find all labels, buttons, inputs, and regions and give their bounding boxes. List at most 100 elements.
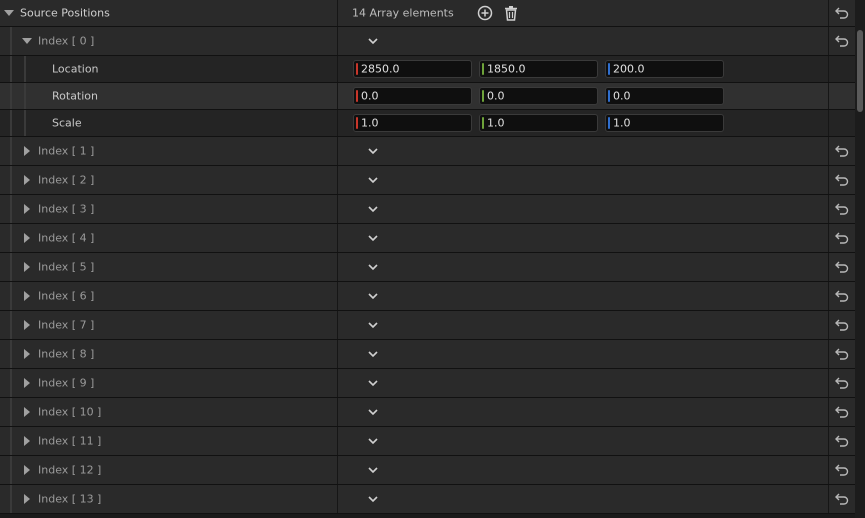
trash-icon[interactable]: [503, 5, 519, 21]
chevron-down-icon[interactable]: [367, 145, 379, 157]
plus-circle-icon[interactable]: [477, 5, 493, 21]
scale-y-field[interactable]: 1.0: [479, 114, 598, 132]
rotation-y-field[interactable]: 0.0: [479, 87, 598, 105]
reset-cell: [830, 427, 854, 455]
reset-arrow-icon[interactable]: [834, 318, 850, 332]
scale-z-value: 1.0: [613, 116, 631, 130]
expand-arrow-icon[interactable]: [24, 378, 30, 388]
reset-arrow-icon[interactable]: [834, 34, 850, 48]
details-panel: Source Positions 14 Array elements Index…: [0, 0, 865, 518]
reset-arrow-icon[interactable]: [834, 6, 850, 20]
chevron-down-icon[interactable]: [367, 35, 379, 47]
reset-arrow-icon[interactable]: [834, 260, 850, 274]
index-label: Index [ 1 ]: [38, 144, 95, 158]
indent-guide: [10, 110, 12, 136]
expand-arrow-icon[interactable]: [24, 146, 30, 156]
index-value-cell: [339, 137, 829, 165]
expand-arrow-icon[interactable]: [24, 436, 30, 446]
index-row: Index [ 8 ]: [0, 340, 865, 369]
collapse-arrow-icon[interactable]: [4, 10, 14, 16]
scale-z-field[interactable]: 1.0: [605, 114, 724, 132]
chevron-down-icon[interactable]: [367, 435, 379, 447]
rotation-x-field[interactable]: 0.0: [353, 87, 472, 105]
source-positions-value-cell: 14 Array elements: [339, 0, 829, 26]
chevron-down-icon[interactable]: [367, 174, 379, 186]
index-value-cell: [339, 253, 829, 281]
index-value-cell: [339, 166, 829, 194]
index-value-cell: [339, 340, 829, 368]
reset-arrow-icon[interactable]: [834, 347, 850, 361]
location-name-cell: Location: [0, 56, 338, 82]
reset-cell: [830, 311, 854, 339]
scrollbar-thumb[interactable]: [857, 30, 863, 112]
index-row: Index [ 6 ]: [0, 282, 865, 311]
indent-guide: [24, 110, 26, 136]
reset-cell: [830, 398, 854, 426]
z-axis-marker: [608, 117, 610, 129]
rotation-value-cell: 0.0 0.0 0.0: [339, 83, 829, 109]
indent-guide: [10, 282, 12, 310]
expand-arrow-icon[interactable]: [24, 465, 30, 475]
indent-guide: [10, 485, 12, 513]
index-row: Index [ 7 ]: [0, 311, 865, 340]
chevron-down-icon[interactable]: [367, 464, 379, 476]
location-y-field[interactable]: 1850.0: [479, 60, 598, 78]
chevron-down-icon[interactable]: [367, 377, 379, 389]
chevron-down-icon[interactable]: [367, 203, 379, 215]
indent-guide: [10, 369, 12, 397]
indent-guide: [10, 456, 12, 484]
chevron-down-icon[interactable]: [367, 290, 379, 302]
chevron-down-icon[interactable]: [367, 319, 379, 331]
expand-arrow-icon[interactable]: [24, 494, 30, 504]
reset-arrow-icon[interactable]: [834, 463, 850, 477]
expand-arrow-icon[interactable]: [24, 320, 30, 330]
expand-arrow-icon[interactable]: [24, 204, 30, 214]
indent-guide: [10, 224, 12, 252]
rotation-z-value: 0.0: [613, 89, 631, 103]
indent-guide: [24, 83, 26, 109]
reset-arrow-icon[interactable]: [834, 231, 850, 245]
rotation-name-cell: Rotation: [0, 83, 338, 109]
scale-x-field[interactable]: 1.0: [353, 114, 472, 132]
index-label: Index [ 7 ]: [38, 318, 95, 332]
reset-arrow-icon[interactable]: [834, 434, 850, 448]
index-value-cell: [339, 311, 829, 339]
index-name-cell: Index [ 13 ]: [0, 485, 338, 513]
indent-guide: [10, 311, 12, 339]
reset-arrow-icon[interactable]: [834, 144, 850, 158]
scale-name-cell: Scale: [0, 110, 338, 136]
expand-arrow-icon[interactable]: [24, 175, 30, 185]
reset-arrow-icon[interactable]: [834, 492, 850, 506]
index-row: Index [ 2 ]: [0, 166, 865, 195]
indent-guide: [10, 253, 12, 281]
expand-arrow-icon[interactable]: [24, 291, 30, 301]
expand-arrow-icon[interactable]: [24, 262, 30, 272]
source-positions-name-cell: Source Positions: [0, 0, 338, 26]
chevron-down-icon[interactable]: [367, 261, 379, 273]
index-name-cell: Index [ 3 ]: [0, 195, 338, 223]
expand-arrow-icon[interactable]: [24, 233, 30, 243]
index-0-label: Index [ 0 ]: [38, 34, 95, 48]
expand-arrow-icon[interactable]: [24, 349, 30, 359]
array-count-label: 14 Array elements: [352, 6, 454, 20]
chevron-down-icon[interactable]: [367, 406, 379, 418]
chevron-down-icon[interactable]: [367, 232, 379, 244]
x-axis-marker: [356, 117, 358, 129]
location-x-field[interactable]: 2850.0: [353, 60, 472, 78]
location-z-field[interactable]: 200.0: [605, 60, 724, 78]
index-label: Index [ 4 ]: [38, 231, 95, 245]
reset-arrow-icon[interactable]: [834, 376, 850, 390]
reset-arrow-icon[interactable]: [834, 202, 850, 216]
scale-row: Scale 1.0 1.0 1.0: [0, 110, 865, 137]
expand-arrow-icon[interactable]: [24, 407, 30, 417]
reset-arrow-icon[interactable]: [834, 173, 850, 187]
chevron-down-icon[interactable]: [367, 493, 379, 505]
index-label: Index [ 2 ]: [38, 173, 95, 187]
reset-arrow-icon[interactable]: [834, 405, 850, 419]
reset-arrow-icon[interactable]: [834, 289, 850, 303]
rotation-z-field[interactable]: 0.0: [605, 87, 724, 105]
index-row: Index [ 3 ]: [0, 195, 865, 224]
chevron-down-icon[interactable]: [367, 348, 379, 360]
reset-cell: [830, 110, 854, 136]
collapse-arrow-icon[interactable]: [22, 38, 32, 44]
